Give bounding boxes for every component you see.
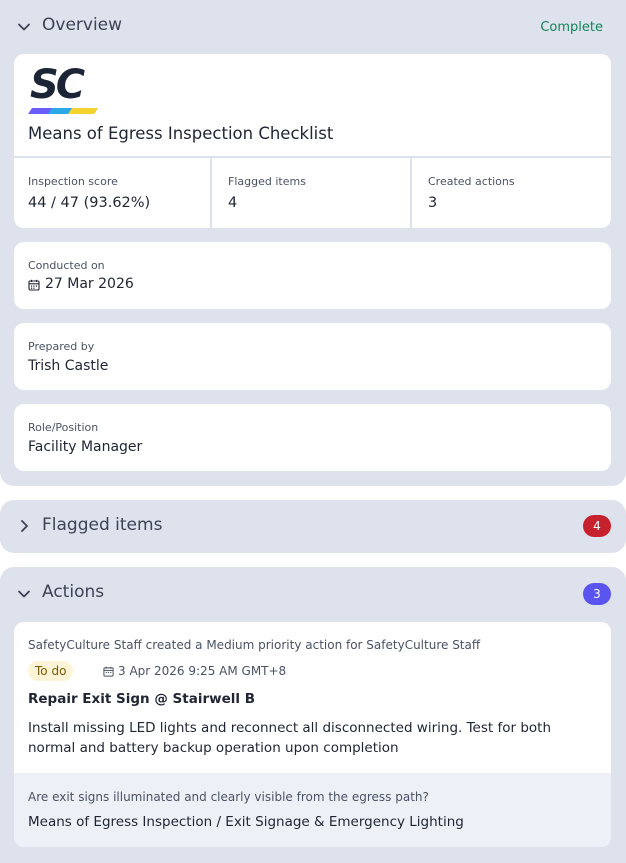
actions-section: Actions 3 SafetyCulture Staff created a … [0, 567, 626, 863]
conducted-on-card: Conducted on 27 Mar 2026 [14, 242, 611, 309]
stat-label: Created actions [428, 175, 515, 188]
action-source: Are exit signs illuminated and clearly v… [14, 773, 611, 847]
role-card: Role/Position Facility Manager [14, 404, 611, 471]
chevron-right-icon [21, 520, 28, 532]
stat-value: 44 / 47 (93.62%) [28, 195, 151, 211]
stat-label: Inspection score [28, 175, 118, 188]
prepared-by-card: Prepared by Trish Castle [14, 323, 611, 390]
checklist-card: SC Means of Egress Inspection Checklist … [14, 54, 611, 228]
status-complete: Complete [540, 20, 603, 35]
chevron-down-icon [18, 590, 30, 598]
role-label: Role/Position [28, 421, 99, 434]
flagged-count-badge: 4 [583, 515, 611, 537]
prepared-by-label: Prepared by [28, 340, 95, 353]
safetyculture-logo: SC [28, 62, 102, 116]
logo-stripe [28, 108, 98, 114]
overview-header[interactable]: Overview Complete [0, 0, 626, 52]
calendar-icon [103, 666, 114, 677]
chevron-down-icon [18, 23, 30, 31]
action-description: Install missing LED lights and reconnect… [28, 720, 552, 756]
action-meta: SafetyCulture Staff created a Medium pri… [28, 638, 481, 652]
stats-row: Inspection score 44 / 47 (93.62%) Flagge… [14, 156, 611, 228]
overview-section: Overview Complete SC Means of Egress Ins… [0, 0, 626, 486]
actions-count-badge: 3 [583, 583, 611, 605]
stat-flagged-items: Flagged items 4 [214, 158, 412, 228]
stat-created-actions: Created actions 3 [414, 158, 611, 228]
action-due-date: 3 Apr 2026 9:25 AM GMT+8 [118, 664, 287, 678]
flagged-items-section[interactable]: Flagged items 4 [0, 500, 626, 553]
stat-label: Flagged items [228, 175, 306, 188]
calendar-icon [28, 279, 40, 291]
action-card[interactable]: SafetyCulture Staff created a Medium pri… [14, 622, 611, 847]
prepared-by-value: Trish Castle [28, 358, 109, 374]
action-title: Repair Exit Sign @ Stairwell B [28, 691, 255, 707]
conducted-on-label: Conducted on [28, 259, 105, 272]
stat-inspection-score: Inspection score 44 / 47 (93.62%) [14, 158, 212, 228]
status-badge: To do [28, 661, 74, 681]
checklist-title: Means of Egress Inspection Checklist [28, 124, 334, 143]
actions-header[interactable]: Actions 3 [0, 567, 626, 619]
conducted-on-value: 27 Mar 2026 [45, 276, 134, 292]
source-question: Are exit signs illuminated and clearly v… [28, 790, 429, 804]
stat-value: 4 [228, 195, 238, 211]
logo-text: SC [30, 62, 85, 108]
flagged-items-title: Flagged items [42, 515, 163, 535]
source-path: Means of Egress Inspection / Exit Signag… [28, 814, 464, 830]
overview-title: Overview [42, 15, 123, 35]
actions-title: Actions [42, 582, 105, 602]
stat-value: 3 [428, 195, 438, 211]
role-value: Facility Manager [28, 439, 143, 455]
